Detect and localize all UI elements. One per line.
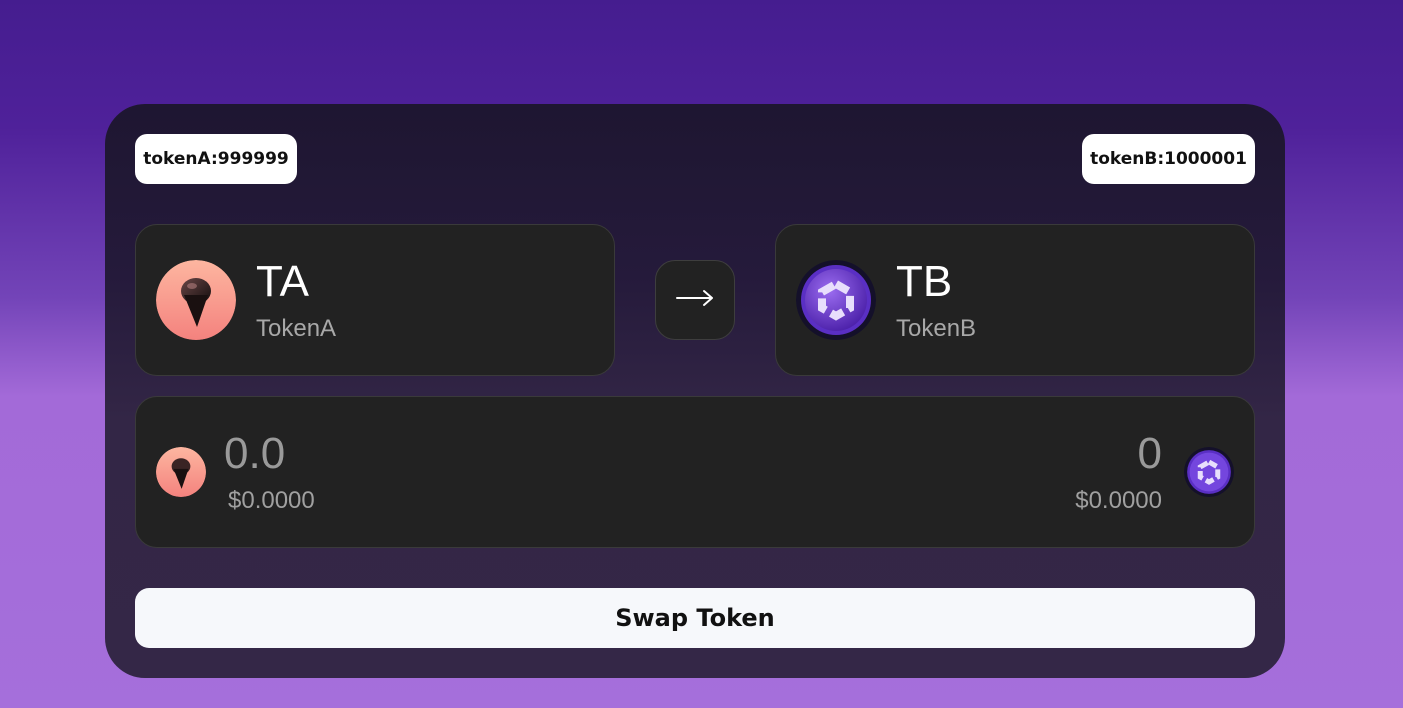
token-a-logo-icon (156, 260, 236, 340)
from-token-name: TokenA (256, 315, 337, 342)
token-b-small-icon (1184, 447, 1234, 497)
arrow-right-icon (675, 288, 715, 312)
amount-panel: $0.0000 0 $0.0000 (135, 396, 1255, 548)
token-b-balance: tokenB:1000001 (1082, 134, 1255, 184)
input-amount-field[interactable] (224, 429, 464, 479)
token-b-logo-icon (796, 260, 876, 340)
swap-token-button[interactable]: Swap Token (135, 588, 1255, 648)
from-token-symbol: TA (256, 257, 309, 306)
output-amount: 0 (1137, 429, 1162, 478)
swap-direction-button[interactable] (655, 260, 735, 340)
to-token-selector[interactable]: TB TokenB (775, 224, 1255, 376)
token-a-balance: tokenA:999999 (135, 134, 297, 184)
to-token-symbol: TB (896, 257, 953, 306)
output-usd-value: $0.0000 (1075, 487, 1162, 514)
token-a-small-icon (156, 447, 206, 497)
to-token-name: TokenB (896, 315, 977, 342)
swap-card: tokenA:999999 tokenB:1000001 TA TokenA T… (105, 104, 1285, 678)
input-usd-value: $0.0000 (228, 487, 315, 514)
from-token-selector[interactable]: TA TokenA (135, 224, 615, 376)
